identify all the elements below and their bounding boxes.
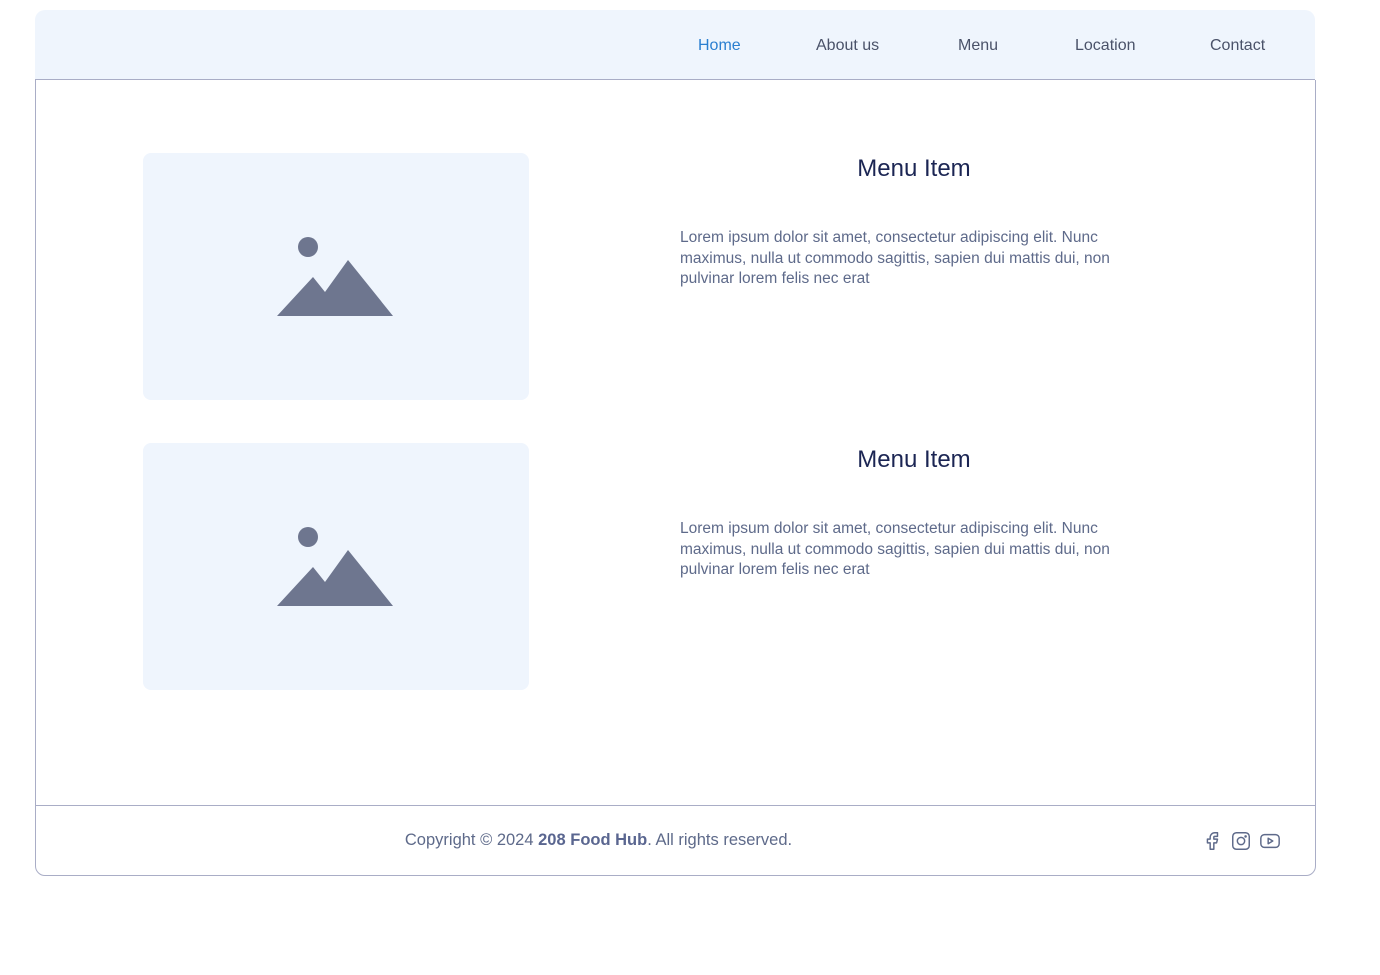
menu-item-image <box>143 153 529 400</box>
instagram-icon[interactable] <box>1230 830 1252 852</box>
copyright-suffix: . All rights reserved. <box>647 831 793 849</box>
copyright-prefix: Copyright © 2024 <box>404 831 539 849</box>
youtube-icon[interactable] <box>1259 830 1281 852</box>
brand-name: 208 Food Hub <box>538 831 648 849</box>
top-navigation: Home About us Menu Location Contact <box>35 10 1315 80</box>
copyright-text: Copyright © 2024 208 Food Hub. All right… <box>36 831 1161 850</box>
menu-item-title: Menu Item <box>857 446 971 473</box>
image-placeholder-icon <box>277 527 393 606</box>
menu-item-description: Lorem ipsum dolor sit amet, consectetur … <box>680 520 1110 578</box>
menu-item-title: Menu Item <box>857 155 971 182</box>
nav-link-about-us[interactable]: About us <box>816 37 879 55</box>
nav-link-location[interactable]: Location <box>1075 37 1136 55</box>
image-placeholder-icon <box>277 237 393 316</box>
footer: Copyright © 2024 208 Food Hub. All right… <box>35 805 1316 876</box>
nav-link-menu[interactable]: Menu <box>958 37 998 55</box>
facebook-icon[interactable] <box>1201 830 1223 852</box>
menu-item-description: Lorem ipsum dolor sit amet, consectetur … <box>680 229 1110 287</box>
menu-content: Menu Item Lorem ipsum dolor sit amet, co… <box>35 80 1316 806</box>
nav-link-contact[interactable]: Contact <box>1210 37 1265 55</box>
nav-link-home[interactable]: Home <box>698 37 741 55</box>
menu-item-image <box>143 443 529 690</box>
